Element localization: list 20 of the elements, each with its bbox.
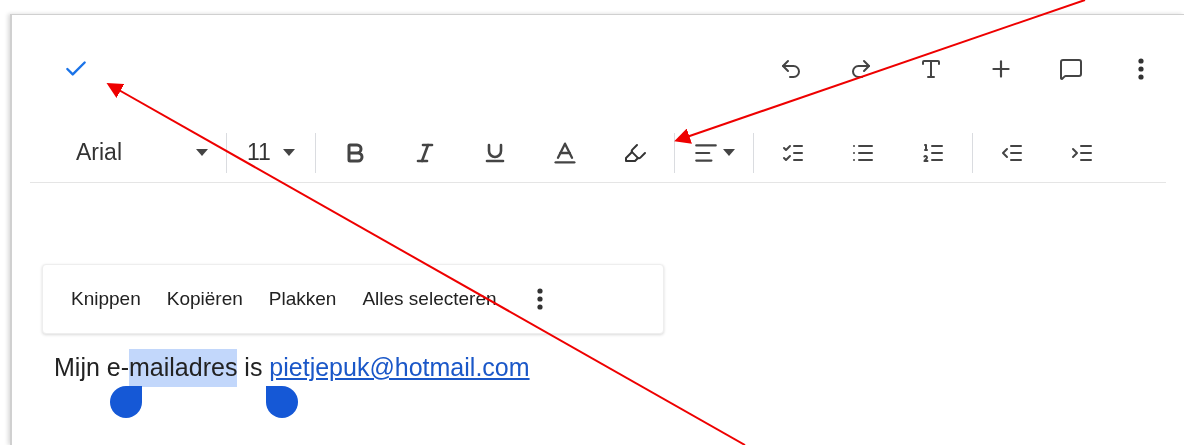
caret-icon bbox=[196, 149, 208, 156]
email-link[interactable]: pietjepuk@hotmail.com bbox=[269, 349, 530, 387]
selected-text: mailadres bbox=[129, 349, 238, 387]
more-icon bbox=[536, 288, 543, 310]
selection-handle[interactable] bbox=[266, 386, 298, 418]
menu-item[interactable]: Kopiëren bbox=[154, 277, 255, 321]
document-text: Mijn e- bbox=[54, 352, 129, 383]
caret-icon bbox=[722, 149, 735, 156]
menu-item[interactable]: Knippen bbox=[59, 277, 153, 321]
redo-icon bbox=[849, 57, 873, 81]
undo-icon bbox=[779, 57, 803, 81]
document-text: is bbox=[243, 352, 264, 383]
menu-item[interactable]: Plakken bbox=[256, 277, 349, 321]
selection-handle[interactable] bbox=[110, 386, 142, 418]
comment-icon bbox=[1059, 57, 1083, 81]
text-format-icon bbox=[919, 57, 943, 81]
caret-icon bbox=[282, 149, 295, 156]
font-size-dropdown[interactable]: 11 bbox=[231, 132, 311, 173]
font-dropdown[interactable]: Arial bbox=[62, 132, 222, 173]
more-icon bbox=[1138, 58, 1144, 80]
